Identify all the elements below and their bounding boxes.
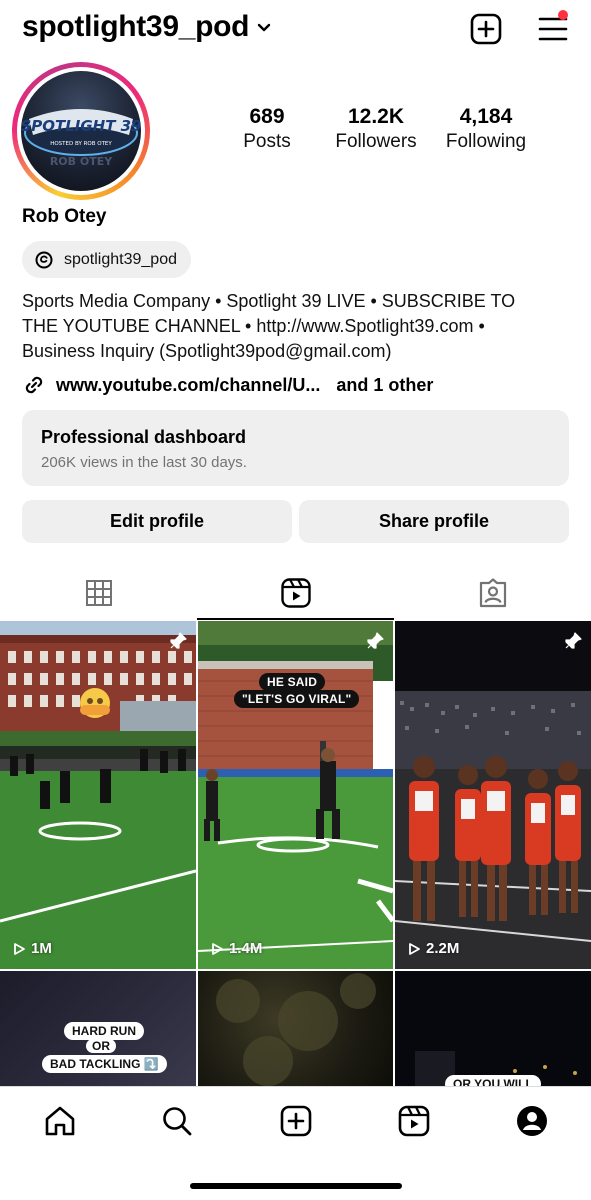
home-indicator[interactable] — [190, 1183, 402, 1189]
svg-text:HOSTED BY ROB OTEY: HOSTED BY ROB OTEY — [50, 141, 112, 147]
bio-line: Business Inquiry (Spotlight39pod@gmail.c… — [22, 341, 392, 361]
stat-label: Following — [445, 131, 527, 152]
link-url[interactable]: www.youtube.com/channel/U... — [56, 375, 320, 396]
share-profile-button[interactable]: Share profile — [299, 500, 569, 543]
tab-tagged[interactable] — [394, 566, 591, 620]
avatar-story-ring[interactable]: SPOTLIGHT 39 HOSTED BY ROB OTEY ROB OTEY — [12, 62, 150, 200]
menu-button[interactable] — [536, 10, 570, 46]
account-switcher[interactable]: spotlight39_pod — [22, 10, 271, 44]
svg-text:ROB OTEY: ROB OTEY — [50, 155, 113, 168]
link-icon — [25, 376, 43, 394]
reel-thumbnail[interactable]: HARD RUN OR BAD TACKLING ⤵️ — [0, 971, 196, 1086]
avatar: SPOTLIGHT 39 HOSTED BY ROB OTEY ROB OTEY — [21, 71, 141, 191]
top-bar: spotlight39_pod — [0, 0, 591, 58]
nav-create[interactable] — [276, 1101, 316, 1141]
reels-icon — [398, 1105, 430, 1137]
active-tab-indicator — [197, 618, 394, 620]
view-count-value: 1.4M — [229, 940, 263, 957]
threads-icon — [35, 251, 53, 268]
reel-thumbnail[interactable]: OR YOU WILL — [395, 971, 591, 1086]
tagged-icon — [479, 578, 506, 608]
profile-stats: 689 Posts 12.2K Followers 4,184 Followin… — [212, 104, 542, 156]
reel-image — [395, 621, 591, 969]
play-icon — [14, 942, 25, 955]
threads-badge[interactable]: spotlight39_pod — [22, 241, 191, 278]
bottom-navigation — [0, 1086, 591, 1200]
reels-icon — [280, 578, 311, 608]
professional-dashboard[interactable]: Professional dashboard 206K views in the… — [22, 410, 569, 486]
tab-posts-grid[interactable] — [0, 566, 197, 620]
grid-icon — [85, 580, 112, 606]
view-count-value: 1M — [31, 940, 52, 957]
nav-profile[interactable] — [512, 1101, 552, 1141]
reel-thumbnail[interactable] — [198, 971, 393, 1086]
username: spotlight39_pod — [22, 10, 250, 43]
bio-line: THE YOUTUBE CHANNEL • http://www.Spotlig… — [22, 316, 485, 336]
stat-label: Posts — [243, 131, 291, 152]
edit-profile-button[interactable]: Edit profile — [22, 500, 292, 543]
reel-caption-line: OR YOU WILL — [445, 1075, 541, 1086]
create-icon — [280, 1105, 312, 1137]
reel-image — [0, 621, 196, 969]
pin-icon — [365, 631, 385, 656]
profile-tabs — [0, 566, 591, 620]
reel-thumbnail[interactable]: 2.2M — [395, 621, 591, 969]
view-count: 1.4M — [210, 940, 262, 957]
svg-text:SPOTLIGHT 39: SPOTLIGHT 39 — [21, 117, 141, 135]
notification-dot — [558, 10, 568, 20]
reel-image — [216, 973, 376, 1086]
plus-square-icon — [470, 13, 502, 45]
reels-grid: 1M HE SAID "LET'S GO VIRAL" 1.4M 2.2M HA… — [0, 621, 591, 1086]
nav-home[interactable] — [40, 1101, 80, 1141]
reel-caption-line: "LET'S GO VIRAL" — [234, 690, 360, 708]
pin-icon — [168, 631, 188, 656]
reel-caption-line: BAD TACKLING ⤵️ — [42, 1055, 167, 1073]
stat-value: 689 — [249, 105, 285, 128]
stat-posts[interactable]: 689 Posts — [212, 104, 322, 154]
tab-reels[interactable] — [197, 566, 394, 620]
view-count: 2.2M — [407, 940, 459, 957]
stat-following[interactable]: 4,184 Following — [431, 104, 541, 154]
profile-icon — [517, 1106, 547, 1136]
profile-full-name: Rob Otey — [22, 206, 107, 227]
chevron-down-icon — [257, 20, 271, 38]
play-icon — [212, 942, 223, 955]
reel-thumbnail[interactable]: HE SAID "LET'S GO VIRAL" 1.4M — [198, 621, 393, 969]
profile-links[interactable]: www.youtube.com/channel/U... and 1 other — [22, 373, 433, 397]
view-count-value: 2.2M — [426, 940, 460, 957]
reel-caption-line: HARD RUN — [64, 1022, 144, 1040]
dashboard-title: Professional dashboard — [41, 427, 247, 447]
reel-thumbnail[interactable]: 1M — [0, 621, 196, 969]
avatar-border: SPOTLIGHT 39 HOSTED BY ROB OTEY ROB OTEY — [17, 67, 145, 195]
home-icon — [45, 1106, 75, 1136]
pin-icon — [563, 631, 583, 656]
bio-line: Sports Media Company • Spotlight 39 LIVE… — [22, 291, 516, 311]
stat-label: Followers — [335, 131, 417, 152]
nav-search[interactable] — [157, 1101, 197, 1141]
link-other[interactable]: and 1 other — [336, 375, 433, 396]
stat-followers[interactable]: 12.2K Followers — [321, 104, 431, 154]
nav-reels[interactable] — [394, 1101, 434, 1141]
reel-image — [415, 1051, 577, 1086]
stat-value: 12.2K — [347, 105, 405, 128]
spotlight39-logo: SPOTLIGHT 39 HOSTED BY ROB OTEY ROB OTEY — [21, 109, 141, 168]
threads-handle: spotlight39_pod — [64, 250, 177, 268]
reel-caption-line: OR — [86, 1039, 116, 1053]
view-count: 1M — [12, 940, 52, 957]
dashboard-subtitle: 206K views in the last 30 days. — [41, 454, 247, 471]
create-post-button[interactable] — [469, 12, 503, 46]
search-icon — [163, 1107, 192, 1136]
play-icon — [409, 942, 420, 955]
profile-bio: Sports Media Company • Spotlight 39 LIVE… — [22, 289, 572, 364]
reel-caption-line: HE SAID — [259, 673, 326, 691]
stat-value: 4,184 — [459, 105, 513, 128]
